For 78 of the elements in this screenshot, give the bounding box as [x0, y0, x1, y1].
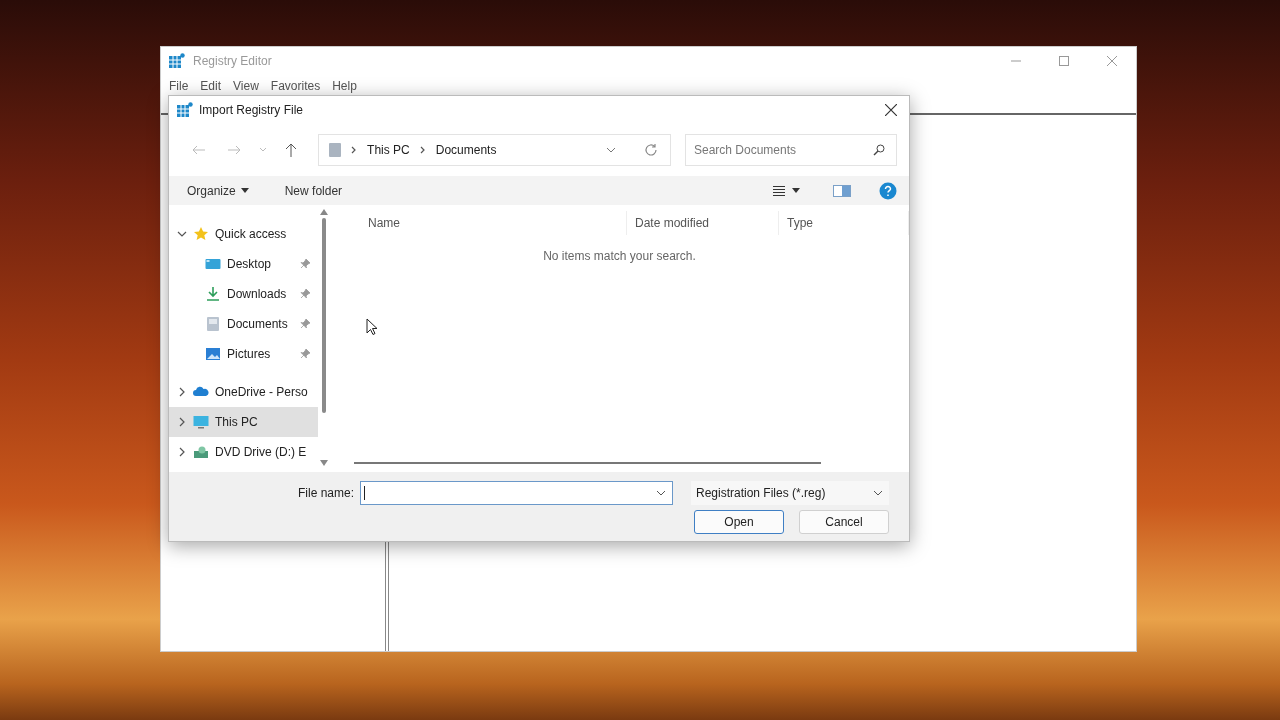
- document-icon: [205, 316, 221, 332]
- nav-item[interactable]: Desktop: [169, 249, 319, 279]
- nav-label: DVD Drive (D:) E: [215, 445, 307, 459]
- scroll-down-icon[interactable]: [320, 460, 329, 466]
- chevron-right-icon[interactable]: [177, 447, 187, 457]
- maximize-icon: [1059, 56, 1069, 66]
- desktop-icon: [205, 256, 221, 272]
- nav-item[interactable]: This PC: [169, 407, 319, 437]
- chevron-right-icon[interactable]: [177, 417, 187, 427]
- close-icon: [885, 104, 897, 116]
- column-header[interactable]: Name: [330, 211, 627, 235]
- dialog-title: Import Registry File: [199, 103, 304, 117]
- column-header[interactable]: Type: [779, 211, 909, 235]
- caret-icon: [240, 188, 249, 193]
- pin-icon[interactable]: [300, 289, 311, 299]
- disc-drive-icon: [193, 444, 209, 460]
- chevron-down-icon: [873, 489, 883, 497]
- star-icon: [193, 226, 209, 242]
- pin-icon[interactable]: [300, 259, 311, 269]
- file-name-field[interactable]: [360, 481, 673, 505]
- address-bar[interactable]: This PC Documents: [318, 134, 671, 166]
- mouse-pointer-icon: [366, 318, 378, 336]
- download-icon: [205, 286, 221, 302]
- monitor-icon: [193, 414, 209, 430]
- column-header[interactable]: Date modified: [627, 211, 779, 235]
- document-icon: [329, 143, 342, 157]
- nav-item[interactable]: Quick access: [169, 219, 319, 249]
- pin-icon[interactable]: [300, 349, 311, 359]
- search-field[interactable]: Search Documents: [685, 134, 897, 166]
- chevron-down-icon: [258, 147, 267, 153]
- file-type-dropdown[interactable]: Registration Files (*.reg): [691, 481, 889, 505]
- menu-item[interactable]: Help: [326, 79, 363, 93]
- nav-item[interactable]: Downloads: [169, 279, 319, 309]
- registry-icon: [177, 102, 193, 118]
- breadcrumb-item[interactable]: This PC: [367, 143, 410, 157]
- menu-item[interactable]: Edit: [194, 79, 228, 93]
- picture-icon: [205, 346, 221, 362]
- window-title: Registry Editor: [193, 54, 272, 68]
- menu-item[interactable]: File: [163, 79, 195, 93]
- help-icon: [879, 181, 897, 200]
- nav-item[interactable]: Pictures: [169, 339, 319, 369]
- file-name-label: File name:: [297, 486, 354, 500]
- horizontal-scrollbar[interactable]: [354, 462, 821, 464]
- scrollbar-thumb[interactable]: [322, 218, 327, 413]
- pin-icon[interactable]: [300, 319, 311, 329]
- chevron-down-icon[interactable]: [177, 229, 187, 239]
- scroll-up-icon[interactable]: [320, 209, 329, 215]
- nav-label: OneDrive - Perso: [215, 385, 308, 399]
- chevron-down-icon[interactable]: [656, 489, 666, 497]
- search-icon[interactable]: [873, 144, 885, 156]
- left-arrow-icon: [191, 145, 206, 155]
- dialog-button[interactable]: Cancel: [799, 510, 889, 534]
- preview-pane-icon: [833, 184, 851, 197]
- nav-label: Desktop: [227, 257, 272, 271]
- chevron-down-icon[interactable]: [606, 146, 616, 154]
- menu-item[interactable]: Favorites: [264, 79, 327, 93]
- nav-item[interactable]: OneDrive - Perso: [169, 377, 319, 407]
- list-view-icon: [773, 184, 803, 197]
- menu-item[interactable]: View: [227, 79, 265, 93]
- dialog-button[interactable]: Open: [694, 510, 784, 534]
- refresh-icon[interactable]: [644, 143, 658, 157]
- nav-label: This PC: [215, 415, 258, 429]
- breadcrumb-item[interactable]: Documents: [435, 143, 497, 157]
- right-arrow-icon: [227, 145, 242, 155]
- nav-item[interactable]: Documents: [169, 309, 319, 339]
- registry-icon: [169, 53, 185, 69]
- nav-label: Downloads: [227, 287, 287, 301]
- preview-pane-button[interactable]: [831, 182, 853, 199]
- close-icon: [1107, 56, 1117, 66]
- nav-label: Quick access: [215, 227, 287, 241]
- command-button[interactable]: New folder: [278, 181, 349, 200]
- empty-message: No items match your search.: [542, 249, 697, 263]
- chevron-right-icon[interactable]: [177, 387, 187, 397]
- nav-label: Pictures: [227, 347, 271, 361]
- nav-item[interactable]: DVD Drive (D:) E: [169, 437, 319, 467]
- up-arrow-icon: [285, 143, 298, 157]
- command-button[interactable]: Organize: [181, 181, 255, 200]
- nav-label: Documents: [227, 317, 288, 331]
